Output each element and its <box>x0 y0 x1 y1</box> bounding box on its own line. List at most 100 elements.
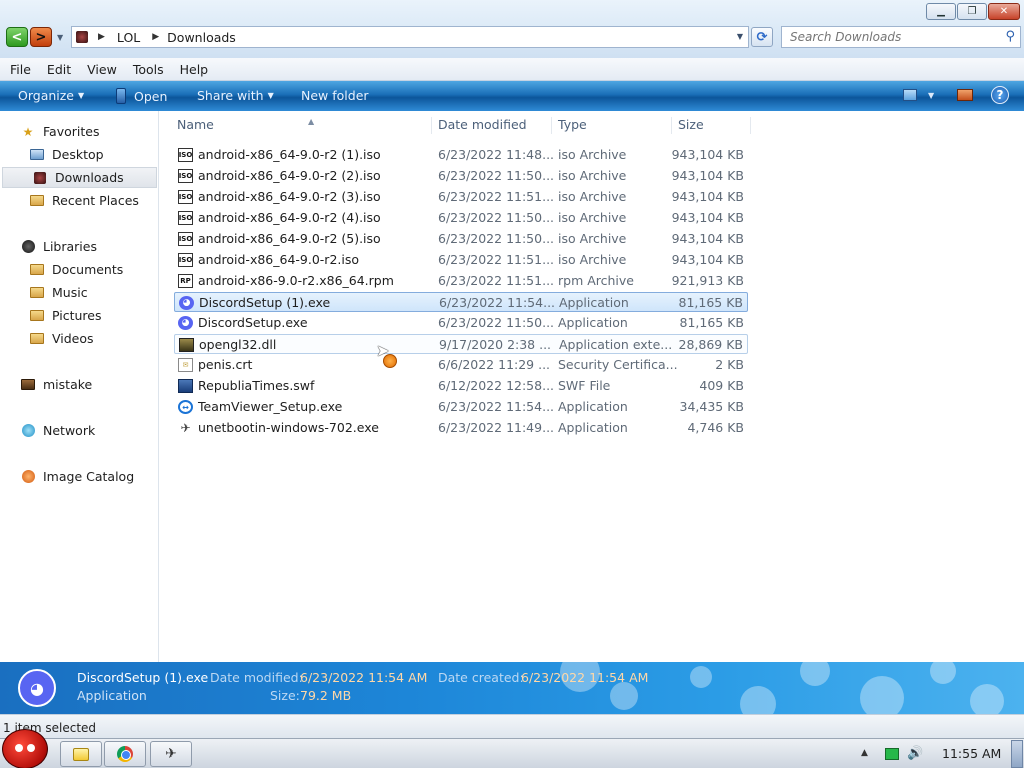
start-button[interactable] <box>2 729 48 768</box>
sidebar-item-network[interactable]: Network <box>0 420 157 441</box>
column-header-size[interactable]: Size <box>673 117 751 134</box>
file-row[interactable]: RepubliaTimes.swf 6/12/2022 12:58... SWF… <box>174 376 748 396</box>
file-row-hovered[interactable]: opengl32.dll 9/17/2020 2:38 ... Applicat… <box>174 334 748 354</box>
iso-file-icon: ISO <box>178 232 193 246</box>
sidebar-item-downloads[interactable]: Downloads <box>2 167 157 188</box>
share-with-button[interactable]: Share with ▼ <box>197 88 274 103</box>
maximize-button[interactable]: ❐ <box>957 3 987 20</box>
folder-icon <box>73 747 89 761</box>
taskbar-explorer-button[interactable] <box>60 741 102 767</box>
search-box[interactable]: ⚲ <box>781 26 1021 48</box>
open-button[interactable]: Open <box>116 88 167 104</box>
iso-file-icon: ISO <box>178 169 193 183</box>
open-app-icon <box>116 88 126 104</box>
file-type: Application <box>558 420 628 435</box>
refresh-icon: ⟳ <box>756 29 768 45</box>
unetbootin-icon: ✈ <box>180 421 191 435</box>
file-size: 943,104 KB <box>671 168 744 183</box>
file-type: SWF File <box>558 378 611 393</box>
sidebar-item-desktop[interactable]: Desktop <box>0 144 157 165</box>
sidebar-item-pictures[interactable]: Pictures <box>0 305 157 326</box>
address-bar[interactable]: ▶ LOL ▶ Downloads ▼ <box>71 26 749 48</box>
search-icon[interactable]: ⚲ <box>1005 29 1015 44</box>
recent-pages-dropdown-icon[interactable]: ▼ <box>57 33 63 42</box>
sidebar-item-recent-places[interactable]: Recent Places <box>0 190 157 211</box>
teamviewer-icon: ↔ <box>178 400 193 414</box>
column-header-type[interactable]: Type <box>553 117 672 134</box>
breadcrumb-downloads[interactable]: Downloads <box>167 30 236 45</box>
sidebar-item-favorites[interactable]: ★ Favorites <box>0 121 157 142</box>
iso-file-icon: ISO <box>178 253 193 267</box>
breadcrumb-separator-icon: ▶ <box>98 32 105 42</box>
file-size: 2 KB <box>715 357 744 372</box>
sort-ascending-icon: ▲ <box>308 117 315 126</box>
organize-button[interactable]: Organize ▼ <box>18 88 84 103</box>
forward-button[interactable]: > <box>30 27 52 47</box>
file-row-selected[interactable]: ◕ DiscordSetup (1).exe 6/23/2022 11:54..… <box>174 292 748 312</box>
menu-view[interactable]: View <box>79 62 125 77</box>
search-input[interactable] <box>782 27 992 47</box>
file-date: 6/23/2022 11:54... <box>439 295 556 310</box>
taskbar-chrome-button[interactable] <box>104 741 146 767</box>
close-icon: ✕ <box>999 6 1009 17</box>
discord-icon: ◕ <box>18 669 56 707</box>
column-header-name[interactable]: Name ▲ <box>172 117 432 134</box>
show-desktop-button[interactable] <box>1011 740 1023 768</box>
swf-file-icon <box>178 379 193 393</box>
file-date: 6/6/2022 11:29 ... <box>438 357 551 372</box>
downloads-folder-icon <box>33 171 47 185</box>
change-view-icon[interactable] <box>903 89 917 101</box>
new-folder-button[interactable]: New folder <box>301 88 369 103</box>
sidebar-item-music[interactable]: Music <box>0 282 157 303</box>
sidebar-item-videos[interactable]: Videos <box>0 328 157 349</box>
show-hidden-icons-icon[interactable]: ▲ <box>861 748 868 758</box>
menu-tools[interactable]: Tools <box>125 62 172 77</box>
file-date: 6/23/2022 11:51... <box>438 252 555 267</box>
file-row[interactable]: ISO android-x86_64-9.0-r2 (4).iso 6/23/2… <box>174 208 748 228</box>
details-modified-value: 6/23/2022 11:54 AM <box>300 670 428 685</box>
discord-icon: ◕ <box>179 296 194 310</box>
file-list[interactable]: Name ▲ Date modified Type Size ISO androi… <box>160 111 1024 662</box>
preview-pane-icon[interactable] <box>957 89 973 101</box>
file-row[interactable]: ✉ penis.crt 6/6/2022 11:29 ... Security … <box>174 355 748 375</box>
menu-file[interactable]: File <box>0 62 39 77</box>
file-row[interactable]: ISO android-x86_64-9.0-r2 (1).iso 6/23/2… <box>174 145 748 165</box>
forward-arrow-icon: > <box>35 29 47 45</box>
sidebar-item-documents[interactable]: Documents <box>0 259 157 280</box>
breadcrumb-lol[interactable]: LOL <box>117 30 140 45</box>
file-row[interactable]: RP android-x86-9.0-r2.x86_64.rpm 6/23/20… <box>174 271 748 291</box>
details-file-type: Application <box>77 688 147 703</box>
file-row[interactable]: ISO android-x86_64-9.0-r2 (3).iso 6/23/2… <box>174 187 748 207</box>
view-options-dropdown-icon[interactable]: ▼ <box>928 91 934 100</box>
menu-help[interactable]: Help <box>172 62 217 77</box>
file-type: iso Archive <box>558 210 627 225</box>
sidebar-item-libraries[interactable]: Libraries <box>0 236 157 257</box>
file-row[interactable]: ISO android-x86_64-9.0-r2 (5).iso 6/23/2… <box>174 229 748 249</box>
close-button[interactable]: ✕ <box>988 3 1020 20</box>
file-row[interactable]: ✈ unetbootin-windows-702.exe 6/23/2022 1… <box>174 418 748 438</box>
menu-edit[interactable]: Edit <box>39 62 79 77</box>
file-date: 9/17/2020 2:38 ... <box>439 337 552 352</box>
column-header-date-modified[interactable]: Date modified <box>433 117 552 134</box>
network-status-icon[interactable] <box>885 748 899 760</box>
file-row[interactable]: ◕ DiscordSetup.exe 6/23/2022 11:50... Ap… <box>174 313 748 333</box>
sidebar-item-mistake[interactable]: mistake <box>0 374 157 395</box>
details-size-value: 79.2 MB <box>300 688 352 703</box>
file-row[interactable]: ISO android-x86_64-9.0-r2.iso 6/23/2022 … <box>174 250 748 270</box>
volume-icon[interactable]: 🔊 <box>907 746 923 761</box>
file-date: 6/23/2022 11:50... <box>438 168 555 183</box>
help-icon[interactable]: ? <box>991 86 1009 104</box>
back-button[interactable]: < <box>6 27 28 47</box>
minimize-button[interactable]: ▁ <box>926 3 956 20</box>
sidebar-item-image-catalog[interactable]: Image Catalog <box>0 466 157 487</box>
file-row[interactable]: ↔ TeamViewer_Setup.exe 6/23/2022 11:54..… <box>174 397 748 417</box>
taskbar-unetbootin-button[interactable]: ✈ <box>150 741 192 767</box>
clock[interactable]: 11:55 AM <box>942 746 1001 761</box>
back-arrow-icon: < <box>11 29 23 45</box>
details-size-label: Size: <box>270 688 300 703</box>
refresh-button[interactable]: ⟳ <box>751 27 773 47</box>
start-orb-eye <box>15 744 23 752</box>
address-dropdown-icon[interactable]: ▼ <box>737 32 743 41</box>
file-type: Application <box>558 315 628 330</box>
file-row[interactable]: ISO android-x86_64-9.0-r2 (2).iso 6/23/2… <box>174 166 748 186</box>
